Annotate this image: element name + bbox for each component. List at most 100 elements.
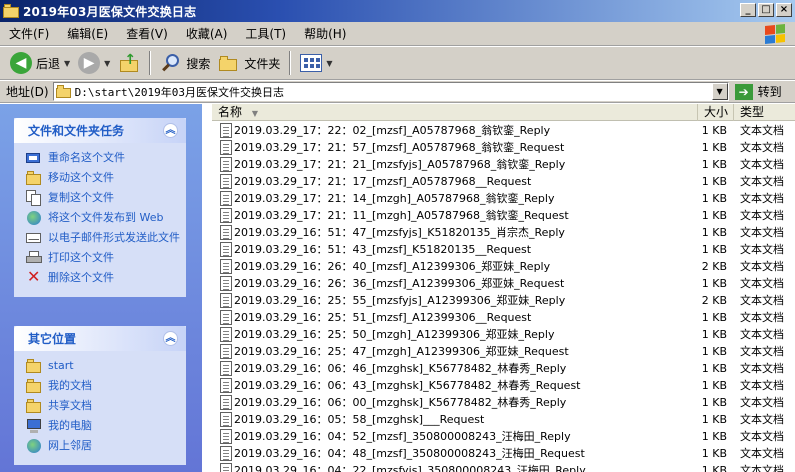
back-arrow-icon: ◀: [10, 52, 32, 74]
copy-icon: [26, 190, 42, 206]
collapse-icon[interactable]: ︽: [163, 331, 178, 346]
file-row[interactable]: 2019.03.29_16：25：50_[mzgh]_A12399306_郑亚妹…: [212, 326, 795, 343]
file-row[interactable]: 2019.03.29_16：25：47_[mzgh]_A12399306_郑亚妹…: [212, 343, 795, 360]
column-type-label: 类型: [740, 105, 765, 119]
file-row[interactable]: 2019.03.29_17：21：21_[mzsfyjs]_A05787968_…: [212, 156, 795, 173]
file-row[interactable]: 2019.03.29_17：21：57_[mzsf]_A05787968_翁钦銮…: [212, 139, 795, 156]
file-type: 文本文档: [740, 141, 784, 154]
other-places-header[interactable]: 其它位置 ︽: [14, 326, 186, 351]
text-file-icon: [220, 157, 232, 172]
file-size: 1 KB: [701, 243, 727, 256]
menu-view[interactable]: 查看(V): [117, 22, 177, 46]
file-size: 2 KB: [701, 260, 727, 273]
place-my-documents[interactable]: 我的文档: [26, 377, 180, 396]
file-row[interactable]: 2019.03.29_16：06：00_[mzghsk]_K56778482_林…: [212, 394, 795, 411]
task-label: 打印这个文件: [48, 251, 114, 264]
file-list-pane: 名称 ▼ 大小 类型 2019.03.29_17：22：02_[mzsf]_A0…: [212, 104, 795, 472]
minimize-button[interactable]: _: [740, 3, 756, 17]
go-button[interactable]: ➔ 转到: [734, 83, 782, 100]
file-row[interactable]: 2019.03.29_17：21：14_[mzgh]_A05787968_翁钦銮…: [212, 190, 795, 207]
file-row[interactable]: 2019.03.29_17：21：11_[mzgh]_A05787968_翁钦銮…: [212, 207, 795, 224]
chevron-down-icon[interactable]: ▼: [326, 59, 332, 68]
file-row[interactable]: 2019.03.29_16：25：55_[mzsfyjs]_A12399306_…: [212, 292, 795, 309]
task-publish-web[interactable]: 将这个文件发布到 Web: [26, 209, 180, 228]
search-button[interactable]: 搜索: [156, 49, 214, 77]
task-move[interactable]: 移动这个文件: [26, 169, 180, 188]
file-row[interactable]: 2019.03.29_16：05：58_[mzghsk]___Request 1 …: [212, 411, 795, 428]
file-size: 1 KB: [701, 379, 727, 392]
text-file-icon: [220, 344, 232, 359]
file-type: 文本文档: [740, 464, 784, 472]
address-bar: 地址(D) D:\start\2019年03月医保文件交换日志 ▼ ➔ 转到: [0, 81, 795, 103]
file-row[interactable]: 2019.03.29_16：06：43_[mzghsk]_K56778482_林…: [212, 377, 795, 394]
menu-edit[interactable]: 编辑(E): [58, 22, 117, 46]
file-tasks-header[interactable]: 文件和文件夹任务 ︽: [14, 118, 186, 143]
task-copy[interactable]: 复制这个文件: [26, 189, 180, 208]
shared-documents-icon: [26, 398, 42, 414]
file-type: 文本文档: [740, 192, 784, 205]
column-size[interactable]: 大小: [698, 104, 734, 121]
file-name: 2019.03.29_17：21：57_[mzsf]_A05787968_翁钦銮…: [234, 141, 565, 154]
place-network[interactable]: 网上邻居: [26, 437, 180, 456]
address-dropdown-button[interactable]: ▼: [711, 83, 728, 100]
place-shared-documents[interactable]: 共享文档: [26, 397, 180, 416]
file-row[interactable]: 2019.03.29_16：26：36_[mzsf]_A12399306_郑亚妹…: [212, 275, 795, 292]
file-row[interactable]: 2019.03.29_16：06：46_[mzghsk]_K56778482_林…: [212, 360, 795, 377]
file-row[interactable]: 2019.03.29_16：04：22_[mzsfyjs]_3508000082…: [212, 462, 795, 472]
file-type: 文本文档: [740, 379, 784, 392]
task-delete[interactable]: ✕ 删除这个文件: [26, 267, 180, 288]
chevron-down-icon[interactable]: ▼: [64, 59, 70, 68]
file-row[interactable]: 2019.03.29_17：22：02_[mzsf]_A05787968_翁钦銮…: [212, 122, 795, 139]
place-my-computer[interactable]: 我的电脑: [26, 417, 180, 436]
text-file-icon: [220, 293, 232, 308]
address-input[interactable]: D:\start\2019年03月医保文件交换日志 ▼: [52, 82, 729, 101]
maximize-button[interactable]: □: [758, 3, 774, 17]
file-row[interactable]: 2019.03.29_17：21：17_[mzsf]_A05787968__Re…: [212, 173, 795, 190]
file-row[interactable]: 2019.03.29_16：26：40_[mzsf]_A12399306_郑亚妹…: [212, 258, 795, 275]
place-label: start: [48, 359, 74, 372]
text-file-icon: [220, 259, 232, 274]
task-print[interactable]: 打印这个文件: [26, 249, 180, 268]
delete-icon: ✕: [27, 267, 41, 286]
text-file-icon: [220, 225, 232, 240]
text-file-icon: [220, 412, 232, 427]
toolbar-separator: [289, 51, 292, 75]
file-row[interactable]: 2019.03.29_16：25：51_[mzsf]_A12399306__Re…: [212, 309, 795, 326]
views-button[interactable]: ▼: [296, 49, 336, 77]
text-file-icon: [220, 361, 232, 376]
menu-favorites[interactable]: 收藏(A): [177, 22, 237, 46]
file-type: 文本文档: [740, 413, 784, 426]
file-row[interactable]: 2019.03.29_16：04：48_[mzsf]_350800008243_…: [212, 445, 795, 462]
file-type: 文本文档: [740, 260, 784, 273]
file-name: 2019.03.29_16：04：22_[mzsfyjs]_3508000082…: [234, 464, 586, 472]
file-row[interactable]: 2019.03.29_16：51：47_[mzsfyjs]_K51820135_…: [212, 224, 795, 241]
task-email[interactable]: 以电子邮件形式发送此文件: [26, 229, 180, 248]
up-button[interactable]: ↑: [114, 49, 144, 77]
place-start[interactable]: start: [26, 357, 180, 376]
forward-button[interactable]: ▶ ▼: [74, 49, 114, 77]
file-size: 1 KB: [701, 447, 727, 460]
task-rename[interactable]: 重命名这个文件: [26, 149, 180, 168]
menu-tools[interactable]: 工具(T): [236, 22, 295, 46]
file-rows: 2019.03.29_17：22：02_[mzsf]_A05787968_翁钦銮…: [212, 122, 795, 472]
address-label: 地址(D): [6, 85, 49, 99]
file-row[interactable]: 2019.03.29_16：04：52_[mzsf]_350800008243_…: [212, 428, 795, 445]
file-name: 2019.03.29_16：04：52_[mzsf]_350800008243_…: [234, 430, 571, 443]
collapse-icon[interactable]: ︽: [163, 123, 178, 138]
file-name: 2019.03.29_16：51：43_[mzsf]_K51820135__Re…: [234, 243, 532, 256]
column-name[interactable]: 名称 ▼: [212, 104, 698, 121]
text-file-icon: [220, 429, 232, 444]
menu-file[interactable]: 文件(F): [0, 22, 58, 46]
column-type[interactable]: 类型: [734, 104, 795, 121]
file-size: 1 KB: [701, 464, 727, 472]
email-icon: [26, 230, 42, 246]
menu-help[interactable]: 帮助(H): [295, 22, 355, 46]
chevron-down-icon[interactable]: ▼: [104, 59, 110, 68]
file-row[interactable]: 2019.03.29_16：51：43_[mzsf]_K51820135__Re…: [212, 241, 795, 258]
task-pane: 文件和文件夹任务 ︽ 重命名这个文件 移动这个文件 复制这个文件 将这个文件发布…: [0, 104, 202, 472]
back-button[interactable]: ◀ 后退 ▼: [6, 49, 74, 77]
folder-icon: [55, 84, 72, 99]
folders-button[interactable]: 文件夹: [214, 49, 284, 77]
close-button[interactable]: ×: [776, 3, 792, 17]
search-icon: [160, 52, 182, 74]
